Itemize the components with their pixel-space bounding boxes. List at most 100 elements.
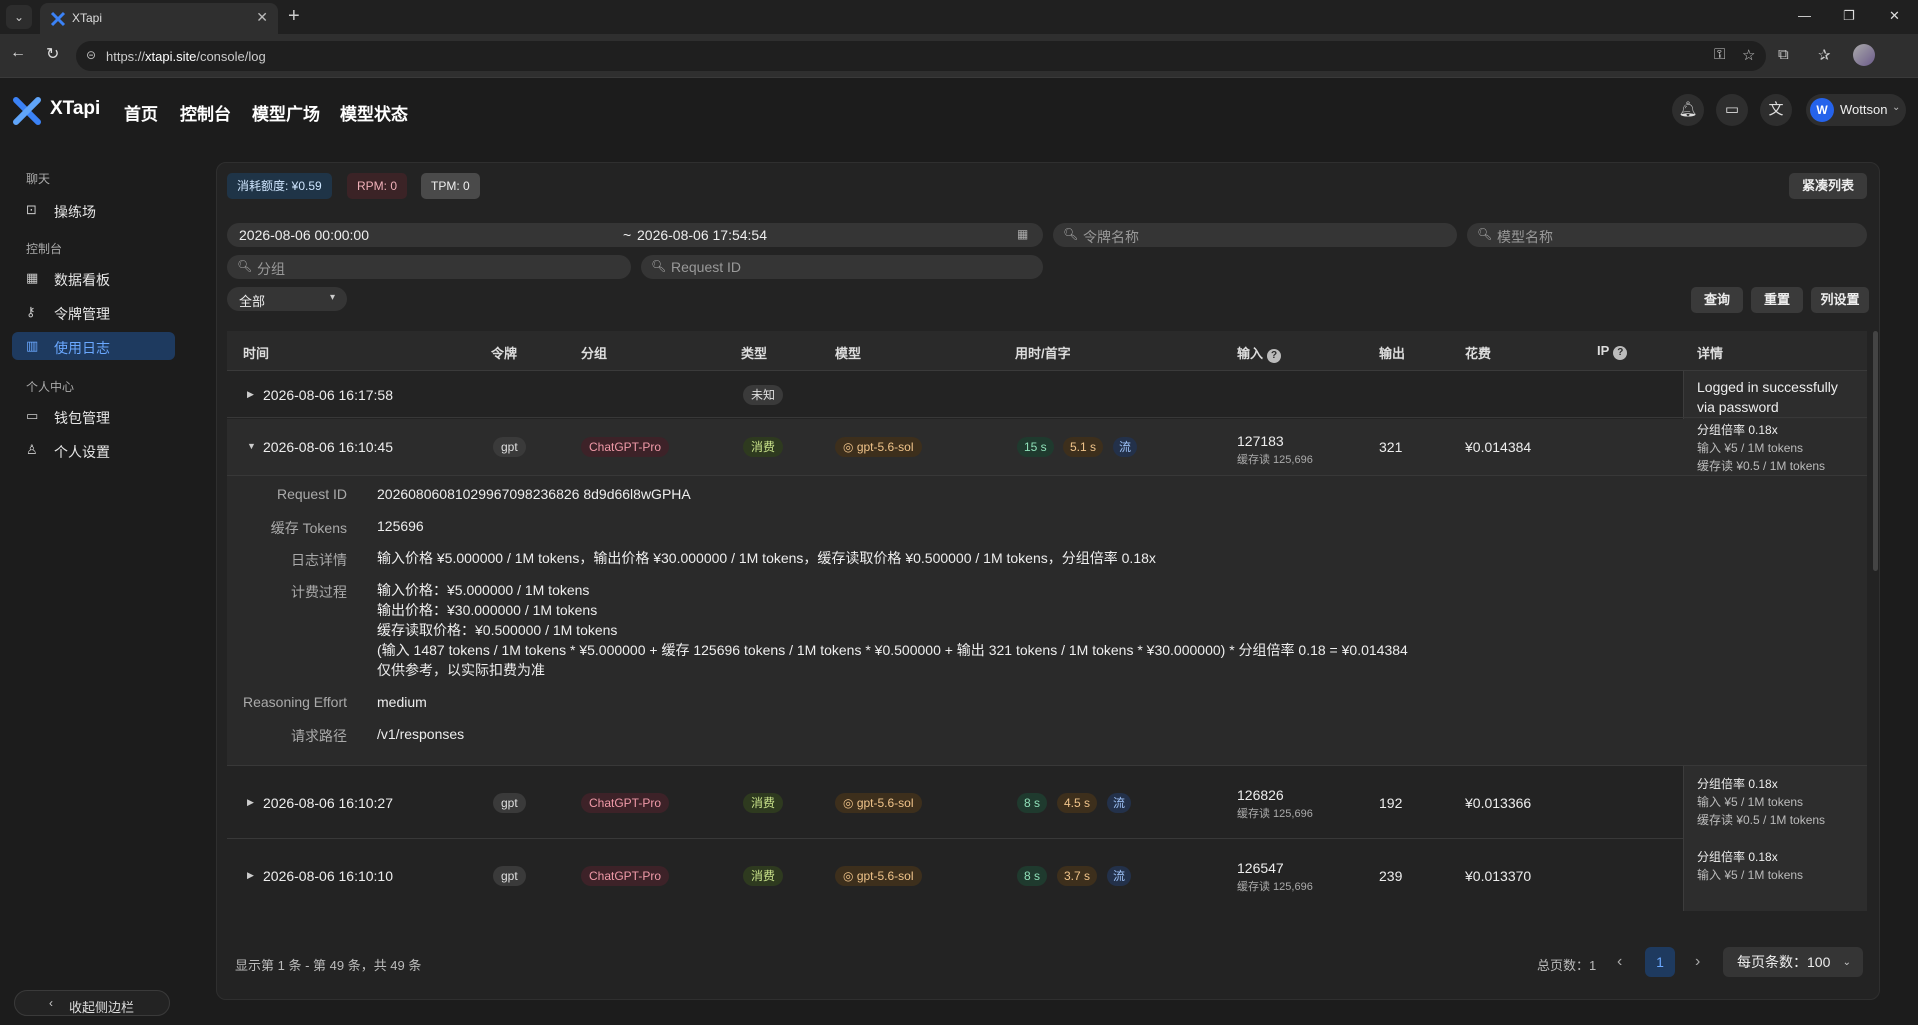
collapse-sidebar-button[interactable]: ‹ 收起侧边栏 xyxy=(14,990,170,1016)
detail-line: 缓存读 ¥0.5 / 1M tokens xyxy=(1697,813,1826,827)
extensions-icon[interactable]: ⧉ xyxy=(1778,46,1789,63)
expand-row-icon[interactable]: ▶ xyxy=(247,870,254,881)
sidebar-item-label: 使用日志 xyxy=(54,340,110,356)
notification-bell-icon[interactable]: 🔔︎ xyxy=(1672,94,1704,126)
row-cache: 缓存读 125,696 xyxy=(1237,454,1313,466)
table-row[interactable]: ▶ 2026-08-06 16:10:27 gpt ChatGPT-Pro 消费… xyxy=(227,767,1867,839)
first-token-tag: 5.1 s xyxy=(1063,437,1104,457)
sidebar-item-settings[interactable]: ♙ 个人设置 xyxy=(12,436,175,464)
row-detail: Logged in successfully via password xyxy=(1697,379,1838,415)
table-row[interactable]: ▶ 2026-08-06 16:17:58 未知 Logged in succe… xyxy=(227,371,1867,418)
model-tag[interactable]: ◎ gpt-5.6-sol xyxy=(835,793,922,813)
th-ip[interactable]: IP? xyxy=(1597,343,1628,360)
brand-name[interactable]: XTapi xyxy=(50,98,100,120)
sidebar-item-label: 令牌管理 xyxy=(54,306,110,322)
prev-page-icon[interactable]: ‹ xyxy=(1617,953,1622,971)
group-input[interactable]: 🔍︎ 分组 xyxy=(227,255,631,279)
nav-home[interactable]: 首页 xyxy=(124,100,158,125)
page-1-button[interactable]: 1 xyxy=(1645,947,1675,977)
reset-button[interactable]: 重置 xyxy=(1751,287,1803,313)
minimize-icon[interactable]: — xyxy=(1798,8,1811,23)
sidebar-item-wallet[interactable]: ▭ 钱包管理 xyxy=(12,402,175,430)
query-button[interactable]: 查询 xyxy=(1691,287,1743,313)
reload-icon[interactable]: ↻ xyxy=(46,44,59,64)
help-icon[interactable]: ? xyxy=(1267,349,1282,363)
key-icon[interactable]: ⚿ xyxy=(1714,46,1725,63)
help-icon[interactable]: ? xyxy=(1613,346,1628,360)
sidebar-item-label: 钱包管理 xyxy=(54,410,110,426)
page-size-select[interactable]: 每页条数：100 ⌄ xyxy=(1723,947,1863,977)
detail-line: 输入 ¥5 / 1M tokens xyxy=(1697,441,1804,455)
model-name-placeholder: 模型名称 xyxy=(1497,229,1553,245)
nav-model-status[interactable]: 模型状态 xyxy=(340,100,408,125)
request-path-value: /v1/responses xyxy=(377,726,465,742)
sidebar-item-dashboard[interactable]: ▦ 数据看板 xyxy=(12,264,175,292)
row-detail: 分组倍率 0.18x 输入 ¥5 / 1M tokens xyxy=(1697,848,1803,884)
address-bar[interactable]: ⊝ https://xtapi.site/console/log xyxy=(76,41,1766,71)
th-input[interactable]: 输入? xyxy=(1237,343,1282,363)
th-model[interactable]: 模型 xyxy=(835,343,861,362)
type-tag: 消费 xyxy=(743,793,784,813)
language-icon[interactable]: 文 xyxy=(1760,94,1792,126)
nav-model-square[interactable]: 模型广场 xyxy=(252,100,320,125)
favorite-star-icon[interactable]: ☆ xyxy=(1742,46,1755,64)
table-header: 时间 令牌 分组 类型 模型 用时/首字 输入? 输出 花费 IP? 详情 xyxy=(227,331,1867,371)
chevron-down-icon: ⌄ xyxy=(1892,102,1901,113)
model-name-input[interactable]: 🔍︎ 模型名称 xyxy=(1467,223,1867,247)
expand-row-icon[interactable]: ▶ xyxy=(247,797,254,808)
th-cost[interactable]: 花费 xyxy=(1465,343,1491,362)
sidebar-item-playground[interactable]: ⊡ 操练场 xyxy=(12,196,175,224)
table-row[interactable]: ▼ 2026-08-06 16:10:45 gpt ChatGPT-Pro 消费… xyxy=(227,419,1867,476)
site-info-icon[interactable]: ⊝ xyxy=(86,48,96,62)
row-cache: 缓存读 125,696 xyxy=(1237,808,1313,820)
chevron-down-icon: ▾ xyxy=(329,292,335,303)
row-detail: 分组倍率 0.18x 输入 ¥5 / 1M tokens 缓存读 ¥0.5 / … xyxy=(1697,775,1825,829)
theme-monitor-icon[interactable]: ▭ xyxy=(1716,94,1748,126)
table-scrollbar[interactable] xyxy=(1873,331,1878,571)
row-time: 2026-08-06 16:17:58 xyxy=(263,387,393,403)
th-token[interactable]: 令牌 xyxy=(491,343,517,362)
model-tag[interactable]: ◎ gpt-5.6-sol xyxy=(835,866,922,886)
th-output[interactable]: 输出 xyxy=(1379,343,1405,362)
sidebar-item-logs[interactable]: ▥ 使用日志 xyxy=(12,332,175,360)
tab-list-menu-button[interactable]: ⌄ xyxy=(6,5,32,29)
group-placeholder: 分组 xyxy=(257,261,285,277)
th-detail[interactable]: 详情 xyxy=(1697,343,1723,362)
token-name-input[interactable]: 🔍︎ 令牌名称 xyxy=(1053,223,1457,247)
nav-console[interactable]: 控制台 xyxy=(180,100,231,125)
group-tag: ChatGPT-Pro xyxy=(581,437,670,457)
log-table: 时间 令牌 分组 类型 模型 用时/首字 输入? 输出 花费 IP? 详情 ▶ … xyxy=(227,331,1867,911)
favorites-icon[interactable]: ✰ xyxy=(1818,46,1831,64)
detail-key: Request ID xyxy=(276,486,347,502)
th-type[interactable]: 类型 xyxy=(741,343,767,362)
collapse-row-icon[interactable]: ▼ xyxy=(247,441,256,451)
date-range-picker[interactable]: 2026-08-06 00:00:00 ~ 2026-08-06 17:54:5… xyxy=(227,223,1043,247)
close-tab-icon[interactable]: ✕ xyxy=(256,9,268,26)
column-settings-button[interactable]: 列设置 xyxy=(1811,287,1869,313)
search-icon: 🔍︎ xyxy=(1477,227,1493,241)
expand-row-icon[interactable]: ▶ xyxy=(247,389,254,400)
new-tab-icon[interactable]: + xyxy=(288,5,300,27)
compact-list-button[interactable]: 紧凑列表 xyxy=(1789,173,1867,199)
close-window-icon[interactable]: ✕ xyxy=(1889,8,1900,24)
next-page-icon[interactable]: › xyxy=(1695,953,1700,971)
detail-line: 输入 ¥5 / 1M tokens xyxy=(1697,868,1804,882)
user-menu[interactable]: W Wottson ⌄ xyxy=(1806,94,1906,126)
table-row[interactable]: ▶ 2026-08-06 16:10:10 gpt ChatGPT-Pro 消费… xyxy=(227,840,1867,911)
browser-profile-avatar[interactable] xyxy=(1853,44,1875,66)
sidebar-item-tokens[interactable]: ⚷ 令牌管理 xyxy=(12,298,175,326)
model-tag[interactable]: ◎ gpt-5.6-sol xyxy=(835,437,922,457)
log-type-select[interactable]: 全部 ▾ xyxy=(227,287,347,311)
th-latency[interactable]: 用时/首字 xyxy=(1015,343,1071,362)
th-group[interactable]: 分组 xyxy=(581,343,607,362)
back-icon[interactable]: ← xyxy=(10,44,26,62)
th-time[interactable]: 时间 xyxy=(243,343,269,362)
browser-tab[interactable]: XTapi ✕ xyxy=(40,3,278,34)
restore-icon[interactable]: ❐ xyxy=(1843,8,1855,24)
detail-key: Reasoning Effort xyxy=(242,694,347,710)
row-time: 2026-08-06 16:10:10 xyxy=(263,868,393,884)
request-id-input[interactable]: 🔍︎ Request ID xyxy=(641,255,1043,279)
row-output: 239 xyxy=(1379,868,1403,884)
xtapi-favicon-icon xyxy=(50,11,66,27)
stream-tag: 流 xyxy=(1113,437,1138,457)
